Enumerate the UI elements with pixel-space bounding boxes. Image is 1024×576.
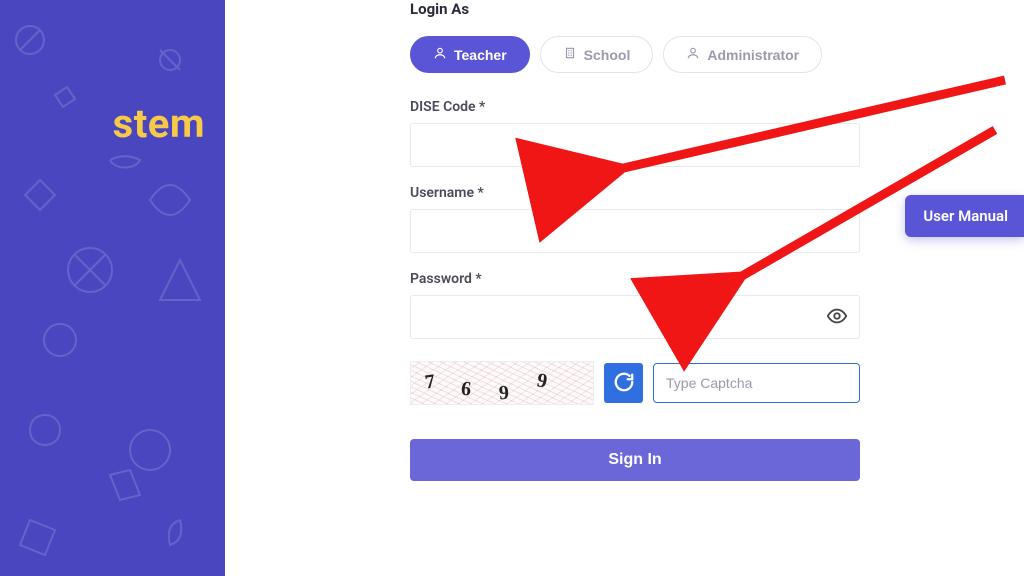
login-form: Login As Teacher School Administrator [410, 0, 860, 481]
eye-icon [826, 305, 848, 330]
role-label: Administrator [707, 47, 799, 63]
username-field[interactable] [410, 209, 860, 253]
captcha-row: 7 6 9 9 [410, 361, 860, 405]
user-icon [433, 46, 447, 63]
password-label: Password * [410, 271, 860, 287]
dise-code-label: DISE Code * [410, 99, 860, 115]
password-field[interactable] [410, 295, 860, 339]
sign-in-button[interactable]: Sign In [410, 439, 860, 481]
role-administrator-button[interactable]: Administrator [663, 36, 822, 73]
role-teacher-button[interactable]: Teacher [410, 36, 530, 73]
login-as-label: Login As [410, 0, 860, 18]
building-icon [563, 46, 577, 63]
captcha-char: 6 [460, 378, 472, 402]
user-manual-button[interactable]: User Manual [905, 195, 1024, 237]
sidebar-title-fragment: stem [113, 100, 205, 147]
sidebar-panel: stem [0, 0, 225, 576]
captcha-char: 7 [423, 370, 436, 394]
password-wrap [410, 295, 860, 339]
captcha-refresh-button[interactable] [604, 363, 643, 403]
user-icon [686, 46, 700, 63]
toggle-password-visibility-button[interactable] [826, 306, 848, 328]
role-selector: Teacher School Administrator [410, 36, 860, 73]
username-label: Username * [410, 185, 860, 201]
dise-code-field[interactable] [410, 123, 860, 167]
captcha-char: 9 [498, 382, 510, 405]
doodle-background [0, 0, 225, 576]
captcha-char: 9 [535, 369, 549, 393]
captcha-image: 7 6 9 9 [410, 361, 594, 405]
role-label: Teacher [454, 47, 507, 63]
role-school-button[interactable]: School [540, 36, 654, 73]
refresh-icon [613, 371, 635, 396]
captcha-input[interactable] [653, 363, 860, 403]
main-content: Login As Teacher School Administrator [225, 0, 1024, 576]
role-label: School [584, 47, 631, 63]
